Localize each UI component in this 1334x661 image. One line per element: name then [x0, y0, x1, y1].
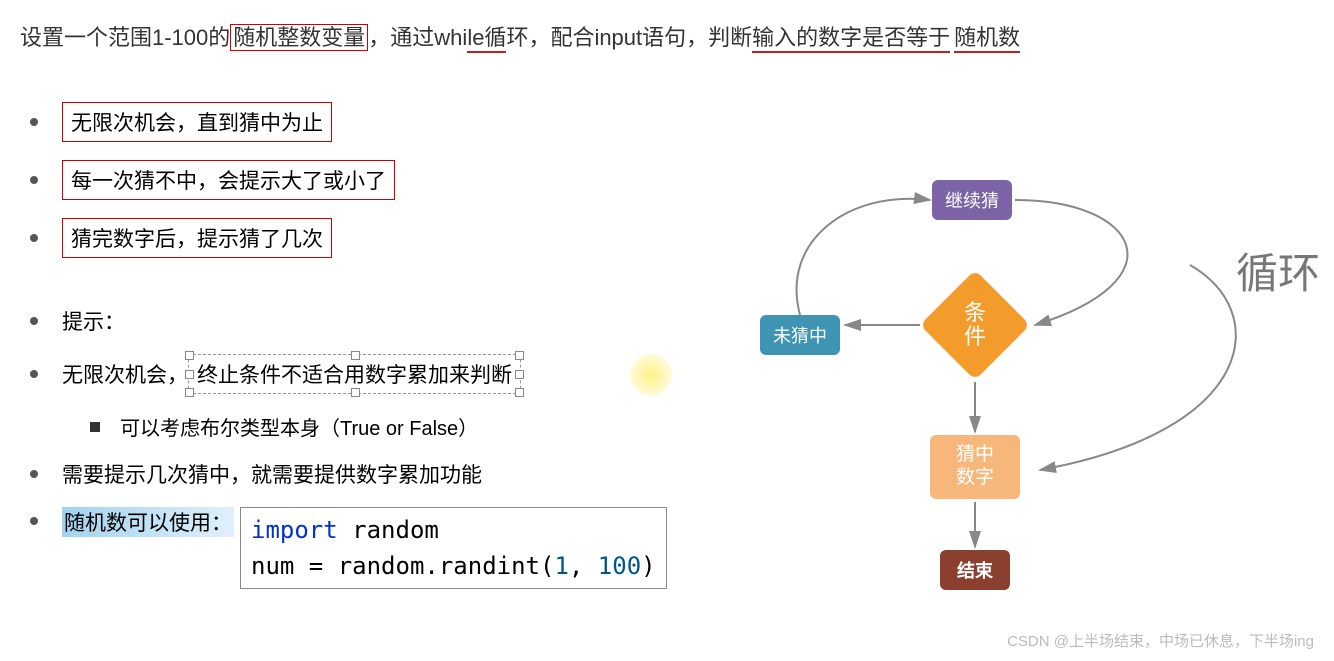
sub-bullet-dot [90, 422, 100, 432]
code-snippet: import random num = random.randint(1, 10… [240, 507, 667, 589]
code-kw-import: import [251, 516, 338, 544]
bullet-count-text: 需要提示几次猜中，就需要提供数字累加功能 [62, 459, 482, 489]
header-text-3: 环，配合input语句，判断 [506, 25, 752, 50]
bullet-1: 无限次机会，直到猜中为止 [30, 102, 1314, 142]
bullet-random-prefix: 随机数可以使用： [62, 507, 234, 537]
header-underline-random: 随机数 [954, 25, 1020, 53]
code-module: random [338, 516, 439, 544]
bullet-dot [30, 370, 38, 378]
hint-label: 提示： [62, 306, 125, 336]
code-comma: , [569, 552, 598, 580]
bullet-inf-prefix: 无限次机会， [62, 359, 188, 389]
flow-node-guessed: 猜中数字 [930, 435, 1020, 499]
header-text: 设置一个范围1-100的 [20, 25, 230, 50]
code-close: ) [641, 552, 655, 580]
code-num-a: 1 [554, 552, 568, 580]
bullet-dot [30, 470, 38, 478]
flow-node-end: 结束 [940, 550, 1010, 590]
header-box-random-var: 随机整数变量 [230, 24, 368, 51]
bullet-dot [30, 234, 38, 242]
bullet-inf-dashed-box[interactable]: 终止条件不适合用数字累加来判断 [188, 354, 521, 394]
header-underline-input: 输入的数字是否等于 [752, 25, 950, 53]
header-text-2: ，通过whi [368, 25, 467, 50]
sub-bullet-text: 可以考虑布尔类型本身（True or False） [120, 412, 478, 441]
bullet-2-text: 每一次猜不中，会提示大了或小了 [62, 160, 395, 200]
problem-statement: 设置一个范围1-100的随机整数变量，通过while循环，配合input语句，判… [20, 20, 1314, 52]
bullet-dot [30, 317, 38, 325]
cursor-highlight-icon [630, 354, 672, 396]
bullet-3-text: 猜完数字后，提示猜了几次 [62, 218, 332, 258]
bullet-dot [30, 517, 38, 525]
flow-node-continue: 继续猜 [932, 180, 1012, 220]
watermark: CSDN @上半场结束，中场已休息，下半场ing [1007, 630, 1314, 651]
flowchart: 继续猜 未猜中 条件 猜中数字 结束 循环 [720, 150, 1300, 630]
header-underline-while: le循 [467, 25, 506, 53]
flow-node-condition: 条件 [920, 270, 1030, 380]
bullet-dot [30, 176, 38, 184]
bullet-1-text: 无限次机会，直到猜中为止 [62, 102, 332, 142]
code-call: num = random.randint( [251, 552, 554, 580]
bullet-dot [30, 118, 38, 126]
loop-label: 循环 [1236, 240, 1320, 301]
flowchart-arrows [720, 150, 1300, 630]
code-num-b: 100 [598, 552, 641, 580]
flow-node-not-guessed: 未猜中 [760, 315, 840, 355]
bullet-inf-dashed-text: 终止条件不适合用数字累加来判断 [197, 364, 512, 387]
